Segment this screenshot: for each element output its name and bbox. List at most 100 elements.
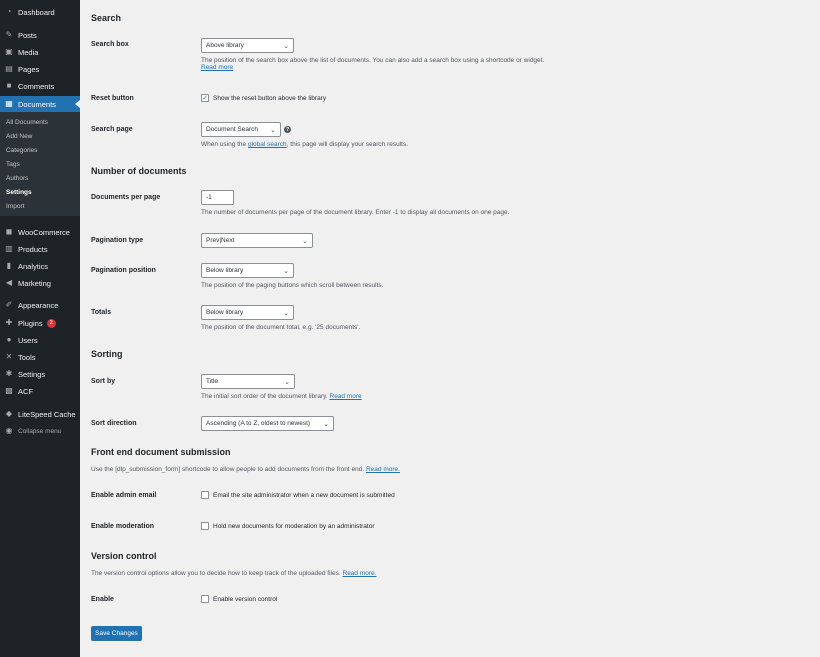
enable-admin-email-label: Enable admin email — [91, 492, 157, 499]
woocommerce-icon: ◼ — [5, 227, 13, 236]
totals-label: Totals — [91, 309, 112, 316]
admin-sidebar: ◔ Dashboard ✎ Posts ▣ Media ▤ Pages ■ Comment… — [0, 0, 80, 657]
totals-select[interactable]: Below library ⌄ — [201, 305, 294, 320]
admin-email-option: Email the site administrator when a new … — [201, 491, 395, 499]
chevron-down-icon: ⌄ — [283, 43, 289, 50]
submenu-tags[interactable]: Tags — [6, 161, 20, 168]
moderation-option: Hold new documents for moderation by an … — [201, 522, 375, 530]
front-end-read-more-link[interactable]: Read more. — [366, 466, 400, 473]
reset-button-option: ✓ Show the reset button above the library — [201, 94, 327, 102]
submenu-authors[interactable]: Authors — [6, 175, 28, 182]
sort-by-read-more-link[interactable]: Read more — [330, 393, 362, 400]
collapse-icon: ◉ — [5, 426, 13, 435]
totals-description: The position of the document total, e.g.… — [201, 324, 361, 331]
enable-moderation-label: Enable moderation — [91, 523, 155, 530]
documents-submenu: All Documents Add New Categories Tags Au… — [0, 112, 80, 216]
chevron-down-icon: ⌄ — [283, 310, 289, 317]
sidebar-item-users[interactable]: ● Users — [0, 332, 80, 348]
dashboard-icon: ◔ — [6, 7, 12, 16]
sidebar-item-dashboard[interactable]: ◔ Dashboard — [0, 4, 80, 20]
sidebar-item-pages[interactable]: ▤ Pages — [0, 61, 80, 77]
settings-icon: ✱ — [5, 369, 13, 378]
pagination-position-select[interactable]: Below library ⌄ — [201, 263, 294, 278]
documents-per-page-input[interactable]: -1 — [201, 190, 234, 205]
search-box-read-more-link[interactable]: Read more — [201, 64, 233, 71]
sidebar-item-woocommerce[interactable]: ◼ WooCommerce — [0, 224, 80, 240]
enable-version-control-label: Enable — [91, 596, 114, 603]
comments-icon: ■ — [6, 81, 12, 90]
sort-direction-select[interactable]: Ascending (A to Z, oldest to newest) ⌄ — [201, 416, 334, 431]
sidebar-item-appearance[interactable]: ✐ Appearance — [0, 297, 80, 313]
sidebar-item-comments[interactable]: ■ Comments — [0, 78, 80, 94]
sidebar-item-tools[interactable]: ✕ Tools — [0, 349, 80, 365]
search-page-description: When using the global search, this page … — [201, 141, 409, 148]
sidebar-item-products[interactable]: ▥ Products — [0, 241, 80, 257]
chevron-down-icon: ⌄ — [284, 379, 290, 386]
collapse-menu-button[interactable]: ◉ Collapse menu — [0, 423, 80, 439]
submenu-add-new[interactable]: Add New — [6, 133, 32, 140]
pagination-type-label: Pagination type — [91, 237, 144, 244]
acf-icon: ▩ — [5, 386, 13, 395]
search-page-label: Search page — [91, 126, 133, 133]
litespeed-icon: ◆ — [5, 409, 13, 418]
reset-button-label: Reset button — [91, 95, 134, 102]
section-title-sorting: Sorting — [91, 349, 123, 359]
sort-by-description: The initial sort order of the document l… — [201, 393, 362, 400]
wrench-icon: ✕ — [5, 352, 13, 361]
pagination-position-label: Pagination position — [91, 267, 156, 274]
front-end-description: Use the [dlp_submission_form] shortcode … — [91, 466, 400, 473]
chevron-down-icon: ⌄ — [270, 127, 276, 134]
plugins-update-badge: 2 — [46, 318, 56, 328]
sort-direction-label: Sort direction — [91, 420, 137, 427]
version-control-checkbox[interactable] — [201, 595, 209, 603]
admin-email-checkbox[interactable] — [201, 491, 209, 499]
chevron-down-icon: ⌄ — [302, 238, 308, 245]
plugin-icon: ✚ — [5, 318, 13, 327]
sidebar-item-posts[interactable]: ✎ Posts — [0, 27, 80, 43]
sidebar-item-settings[interactable]: ✱ Settings — [0, 366, 80, 382]
section-title-number-of-documents: Number of documents — [91, 166, 187, 176]
sidebar-item-marketing[interactable]: ◀ Marketing — [0, 275, 80, 291]
submenu-all-documents[interactable]: All Documents — [6, 119, 48, 126]
version-control-description: The version control options allow you to… — [91, 570, 377, 577]
sidebar-item-acf[interactable]: ▩ ACF — [0, 383, 80, 399]
document-icon: ▦ — [5, 99, 13, 108]
documents-per-page-description: The number of documents per page of the … — [201, 209, 510, 216]
users-icon: ● — [6, 335, 12, 344]
search-box-label: Search box — [91, 41, 129, 48]
pagination-position-description: The position of the paging buttons which… — [201, 282, 384, 289]
media-icon: ▣ — [5, 47, 13, 56]
version-control-read-more-link[interactable]: Read more. — [343, 570, 377, 577]
settings-main: Search Search box Above library ⌄ The pos… — [80, 0, 820, 657]
section-title-search: Search — [91, 13, 122, 23]
section-title-front-end-submission: Front end document submission — [91, 447, 231, 457]
sidebar-item-litespeed[interactable]: ◆ LiteSpeed Cache — [0, 406, 80, 422]
reset-button-checkbox[interactable]: ✓ — [201, 94, 209, 102]
sidebar-item-plugins[interactable]: ✚ Plugins 2 — [0, 315, 80, 331]
pagination-type-select[interactable]: Prev|Next ⌄ — [201, 233, 313, 248]
products-icon: ▥ — [5, 244, 13, 253]
sidebar-item-documents[interactable]: ▦ Documents — [0, 96, 80, 112]
help-icon[interactable]: ? — [284, 126, 291, 133]
search-box-select[interactable]: Above library ⌄ — [201, 38, 294, 53]
chevron-down-icon: ⌄ — [323, 421, 329, 428]
submenu-categories[interactable]: Categories — [6, 147, 37, 154]
search-page-select[interactable]: Document Search ⌄ — [201, 122, 281, 137]
pages-icon: ▤ — [5, 64, 13, 73]
save-changes-button[interactable]: Save Changes — [91, 626, 142, 641]
sort-by-select[interactable]: Title ⌄ — [201, 374, 295, 389]
sidebar-item-media[interactable]: ▣ Media — [0, 44, 80, 60]
analytics-icon: ▮ — [6, 261, 12, 270]
search-box-description: The position of the search box above the… — [201, 57, 545, 71]
version-control-option: Enable version control — [201, 595, 277, 603]
moderation-checkbox[interactable] — [201, 522, 209, 530]
submenu-import[interactable]: Import — [6, 203, 24, 210]
submenu-settings[interactable]: Settings — [6, 189, 32, 196]
sort-by-label: Sort by — [91, 378, 116, 385]
brush-icon: ✐ — [5, 300, 13, 309]
pin-icon: ✎ — [5, 30, 13, 39]
documents-per-page-label: Documents per page — [91, 194, 161, 201]
megaphone-icon: ◀ — [5, 278, 13, 287]
global-search-link[interactable]: global search — [248, 141, 287, 148]
sidebar-item-analytics[interactable]: ▮ Analytics — [0, 258, 80, 274]
